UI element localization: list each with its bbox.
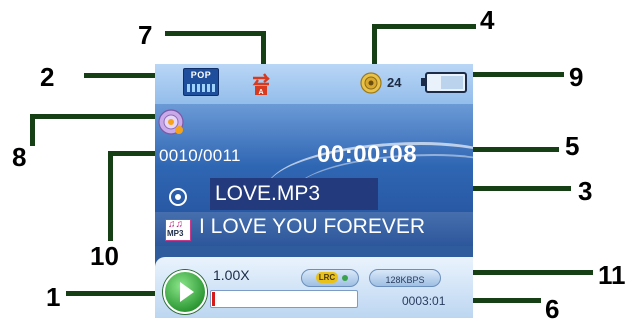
leader-4-h: [372, 24, 476, 29]
eq-mode-label: POP: [190, 70, 212, 80]
lyric-text: I LOVE YOU FOREVER: [199, 215, 426, 238]
track-counter: 0010/0011: [159, 146, 241, 165]
file-name: LOVE.MP3: [215, 182, 321, 205]
lrc-indicator: LRC: [301, 269, 359, 287]
play-icon: [180, 282, 194, 302]
play-button[interactable]: [163, 270, 207, 314]
leader-9: [462, 72, 564, 77]
cd-icon: [158, 109, 184, 135]
callout-9: 9: [569, 62, 584, 92]
eq-mode-icon: POP: [183, 68, 219, 96]
leader-10-v: [108, 151, 113, 241]
callout-5: 5: [565, 131, 580, 161]
progress-fill: [212, 292, 215, 306]
eq-bars: [187, 84, 215, 92]
progress-bar[interactable]: [210, 290, 358, 308]
lrc-badge: LRC: [316, 272, 338, 283]
playback-speed: 1.00X: [213, 267, 250, 283]
callout-4: 4: [480, 5, 495, 35]
callout-8: 8: [12, 142, 27, 172]
callout-11: 11: [598, 260, 626, 290]
battery-fill: [441, 76, 463, 89]
leader-8-h: [30, 114, 175, 119]
callout-2: 2: [40, 62, 55, 92]
total-time: 0003:01: [402, 294, 446, 308]
callout-3: 3: [578, 176, 593, 206]
repeat-all-icon: A: [252, 73, 270, 96]
callout-10: 10: [90, 241, 119, 271]
bitrate-label: 128KBPS: [385, 275, 425, 285]
svg-text:A: A: [258, 89, 263, 96]
leader-8-v: [30, 114, 35, 146]
callout-6: 6: [545, 294, 560, 324]
mp3-file-icon: ♫♫ MP3: [165, 219, 191, 241]
volume-level: 24: [387, 75, 402, 90]
bitrate-indicator: 128KBPS: [369, 269, 441, 287]
leader-10-h: [108, 151, 160, 156]
play-mode-icon: [169, 188, 187, 206]
speaker-icon: [360, 72, 382, 94]
battery-icon: [421, 72, 467, 93]
elapsed-time: 00:00:08: [317, 141, 418, 168]
leader-7-h: [165, 31, 265, 36]
callout-7: 7: [138, 20, 153, 50]
callout-1: 1: [46, 282, 61, 312]
player-screen: POP A 24 0010/0011 00:00:08 LOVE.MP3 ♫♫ …: [155, 64, 473, 318]
lrc-status-dot: [342, 275, 348, 281]
mp3-icon-label: MP3: [167, 229, 184, 238]
